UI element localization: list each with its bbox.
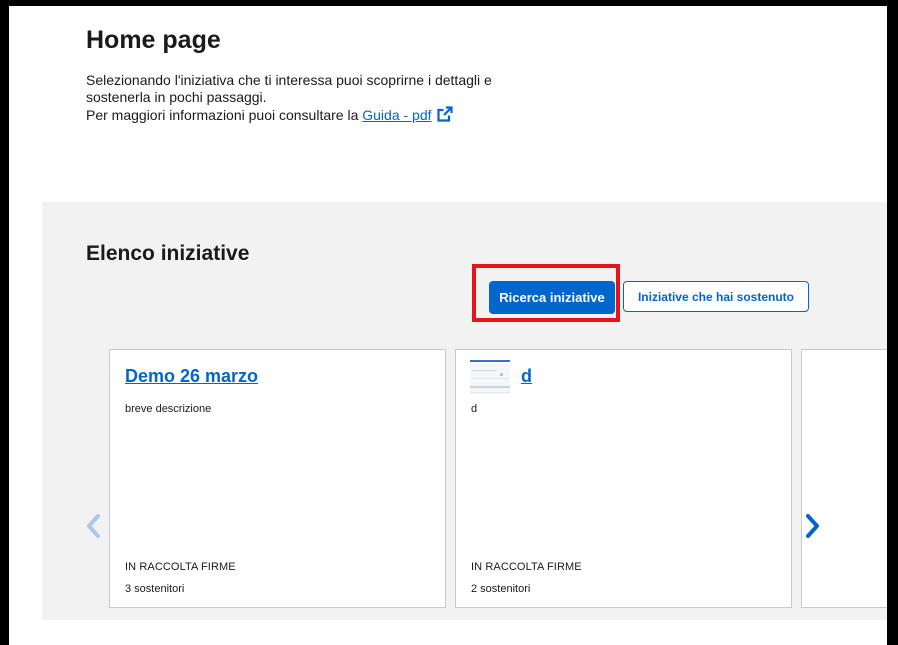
initiative-card[interactable]: d d IN RACCOLTA FIRME 2 sostenitori xyxy=(455,349,792,608)
initiatives-section: Elenco iniziative Ricerca iniziative Ini… xyxy=(42,202,887,620)
initiative-card-title[interactable]: d xyxy=(521,366,532,387)
initiative-card-description: breve descrizione xyxy=(125,403,212,415)
initiative-card-partial[interactable] xyxy=(801,349,887,608)
initiatives-title: Elenco iniziative xyxy=(86,242,250,265)
chevron-left-icon[interactable] xyxy=(82,510,106,542)
image-thumbnail-icon xyxy=(470,360,510,398)
intro-line: sostenerla in pochi passaggi. xyxy=(86,89,267,105)
supported-initiatives-button[interactable]: Iniziative che hai sostenuto xyxy=(623,281,809,312)
page-title: Home page xyxy=(86,26,221,54)
initiative-card-title[interactable]: Demo 26 marzo xyxy=(125,366,258,387)
intro-guide-prefix: Per maggiori informazioni puoi consultar… xyxy=(86,107,359,123)
initiative-card-supporters: 3 sostenitori xyxy=(125,583,185,595)
guide-pdf-link-label: Guida - pdf xyxy=(362,107,432,123)
initiative-card-status: IN RACCOLTA FIRME xyxy=(125,561,236,573)
intro-text: Selezionando l'iniziativa che ti interes… xyxy=(86,72,606,126)
screen-frame-top xyxy=(0,0,898,6)
initiative-card-supporters: 2 sostenitori xyxy=(471,583,531,595)
initiative-card-status: IN RACCOLTA FIRME xyxy=(471,561,582,573)
search-initiatives-button[interactable]: Ricerca iniziative xyxy=(489,281,615,314)
screen-frame-left xyxy=(0,0,9,645)
initiative-card[interactable]: Demo 26 marzo breve descrizione IN RACCO… xyxy=(109,349,446,608)
external-link-icon[interactable] xyxy=(436,106,453,126)
intro-line-guide: Per maggiori informazioni puoi consultar… xyxy=(86,106,606,126)
guide-pdf-link[interactable]: Guida - pdf xyxy=(362,107,431,123)
intro-line: Selezionando l'iniziativa che ti interes… xyxy=(86,72,492,88)
chevron-right-icon[interactable] xyxy=(800,510,824,542)
screen-frame-right xyxy=(887,0,898,645)
initiative-card-description: d xyxy=(471,403,478,415)
